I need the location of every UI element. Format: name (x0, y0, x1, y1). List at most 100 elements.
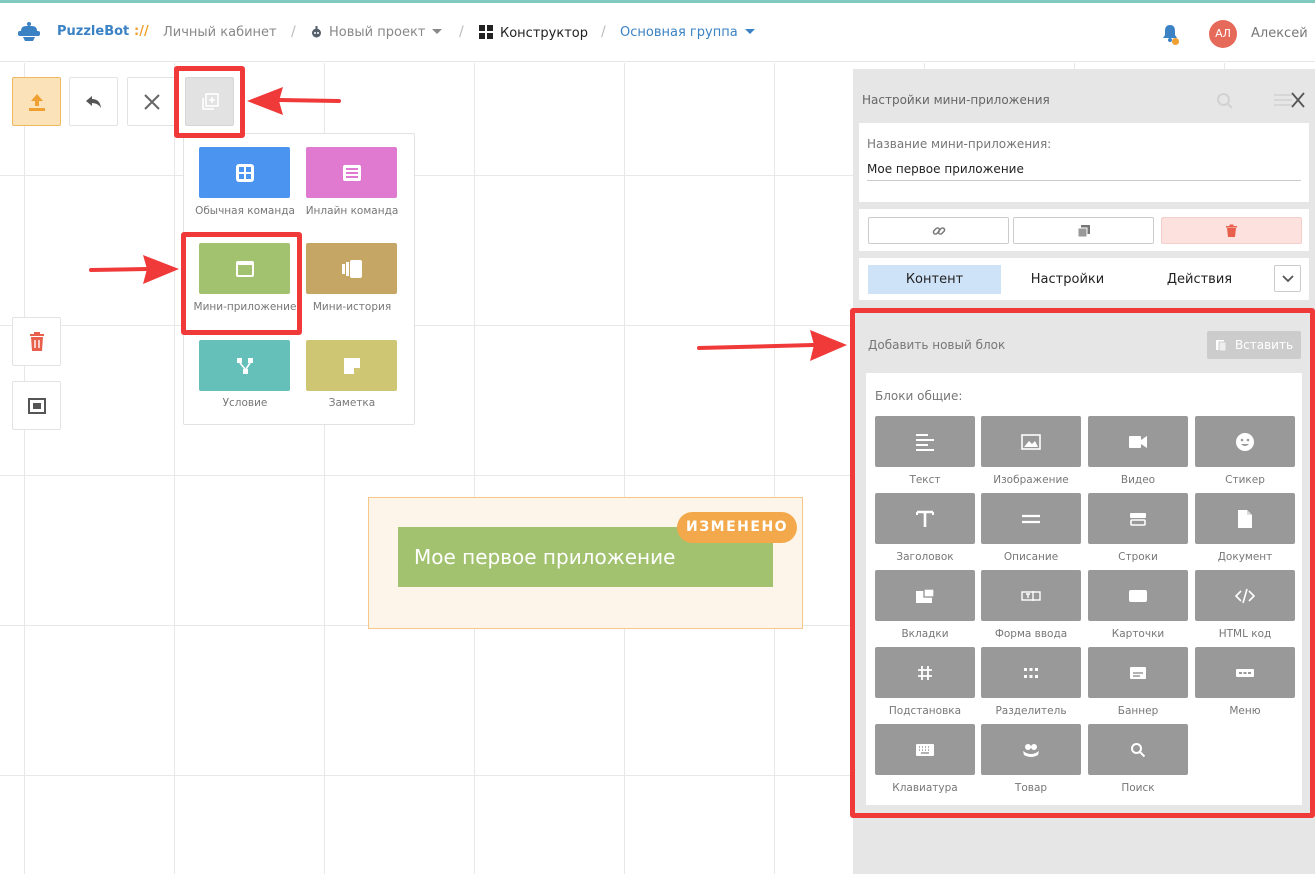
smiley-icon (1236, 432, 1254, 451)
chevron-down-icon (1281, 274, 1294, 282)
window-icon (235, 260, 254, 277)
panel-title: Настройки мини-приложения (862, 93, 1050, 107)
paste-icon (1215, 340, 1227, 352)
block-tabs[interactable] (875, 570, 975, 621)
add-block-button[interactable] (185, 77, 234, 126)
block-image[interactable] (981, 416, 1081, 467)
breadcrumb-project[interactable]: Новый проект (310, 25, 443, 40)
block-divider[interactable] (981, 647, 1081, 698)
block-document[interactable] (1195, 493, 1295, 544)
copy-link-button[interactable] (868, 217, 1009, 244)
popup-item-note[interactable] (306, 340, 397, 391)
popup-item-label: Мини-приложение (193, 301, 297, 313)
bot-icon (312, 26, 321, 38)
video-icon (1129, 435, 1147, 448)
note-icon (343, 357, 360, 374)
block-product[interactable] (981, 724, 1081, 775)
tab-actions[interactable]: Действия (1133, 265, 1266, 294)
rows-icon (1130, 512, 1146, 526)
top-bar: PuzzleBot :// Личный кабинет / Новый про… (0, 0, 1315, 62)
block-label: HTML код (1218, 628, 1272, 640)
link-icon (932, 226, 945, 235)
popup-item-label: Инлайн команда (305, 205, 399, 217)
popup-item-condition[interactable] (199, 340, 290, 391)
avatar[interactable]: АЛ (1209, 20, 1237, 48)
cards-icon (1129, 589, 1147, 602)
delete-app-button[interactable] (1161, 217, 1302, 244)
block-label: Баннер (1117, 705, 1159, 717)
grid-icon (235, 163, 254, 182)
breadcrumb-group-dropdown[interactable]: Основная группа (620, 25, 755, 40)
copy-icon (1077, 224, 1090, 237)
block-search[interactable] (1088, 724, 1188, 775)
block-label: Товар (1014, 782, 1048, 794)
code-icon (1235, 588, 1255, 603)
duplicate-button[interactable] (1013, 217, 1154, 244)
app-name-label: Название мини-приложения: (867, 137, 1052, 151)
undo-button[interactable] (69, 77, 118, 126)
search-icon (1131, 742, 1146, 757)
fit-view-button[interactable] (12, 381, 61, 430)
paste-button[interactable]: Вставить (1207, 331, 1301, 359)
brand-name[interactable]: PuzzleBot (57, 24, 129, 39)
add-block-title: Добавить новый блок (868, 338, 1006, 352)
branch-icon (236, 357, 253, 374)
block-heading[interactable] (875, 493, 975, 544)
tab-content[interactable]: Контент (868, 265, 1001, 294)
popup-item-inline-command[interactable] (306, 147, 397, 198)
menu-close-icon[interactable] (1272, 90, 1306, 110)
text-align-icon (916, 433, 934, 451)
breadcrumb-group-label: Основная группа (620, 25, 738, 40)
block-label: Документ (1217, 551, 1273, 563)
block-cards[interactable] (1088, 570, 1188, 621)
input-form-icon (1021, 590, 1041, 601)
keyboard-icon (916, 743, 934, 756)
close-icon (143, 93, 160, 110)
block-banner[interactable] (1088, 647, 1188, 698)
block-label: Текст (909, 474, 941, 486)
tabs-dropdown-button[interactable] (1274, 265, 1301, 292)
username[interactable]: Алексей (1251, 26, 1308, 41)
publish-button[interactable] (12, 77, 61, 126)
block-label: Меню (1229, 705, 1261, 717)
breadcrumb-cabinet[interactable]: Личный кабинет (163, 25, 277, 40)
close-button[interactable] (127, 77, 176, 126)
app-name-input[interactable] (867, 157, 1301, 181)
block-keyboard[interactable] (875, 724, 975, 775)
popup-item-mini-app[interactable] (199, 243, 290, 294)
block-text[interactable] (875, 416, 975, 467)
stories-icon (341, 259, 362, 278)
block-label: Вкладки (901, 628, 949, 640)
trash-icon (1226, 224, 1237, 237)
puzzlebot-logo-icon[interactable] (16, 20, 42, 46)
heading-icon (916, 510, 934, 527)
chevron-down-icon (744, 29, 755, 34)
popup-item-mini-story[interactable] (306, 243, 397, 294)
document-icon (1238, 509, 1252, 528)
tab-settings[interactable]: Настройки (1001, 265, 1134, 294)
block-html-code[interactable] (1195, 570, 1295, 621)
block-substitution[interactable] (875, 647, 975, 698)
description-icon (1022, 514, 1040, 523)
search-icon[interactable] (1216, 92, 1234, 110)
image-icon (1021, 433, 1041, 450)
popup-item-label: Заметка (328, 397, 376, 409)
breadcrumb-separator: / (601, 24, 606, 40)
block-label: Клавиатура (892, 782, 958, 794)
block-rows[interactable] (1088, 493, 1188, 544)
notification-dot (1172, 38, 1179, 45)
breadcrumb-constructor[interactable]: Конструктор (479, 25, 588, 41)
brand-separator: :// (134, 24, 149, 39)
blocks-title: Блоки общие: (875, 389, 963, 403)
tabs-icon (916, 587, 935, 603)
block-input-form[interactable] (981, 570, 1081, 621)
block-video[interactable] (1088, 416, 1188, 467)
delete-button[interactable] (12, 317, 61, 366)
breadcrumb-constructor-label: Конструктор (500, 26, 588, 41)
breadcrumb-separator: / (291, 24, 296, 40)
block-description[interactable] (981, 493, 1081, 544)
block-sticker[interactable] (1195, 416, 1295, 467)
popup-item-command[interactable] (199, 147, 290, 198)
block-menu[interactable] (1195, 647, 1295, 698)
block-label: Форма ввода (994, 628, 1068, 640)
